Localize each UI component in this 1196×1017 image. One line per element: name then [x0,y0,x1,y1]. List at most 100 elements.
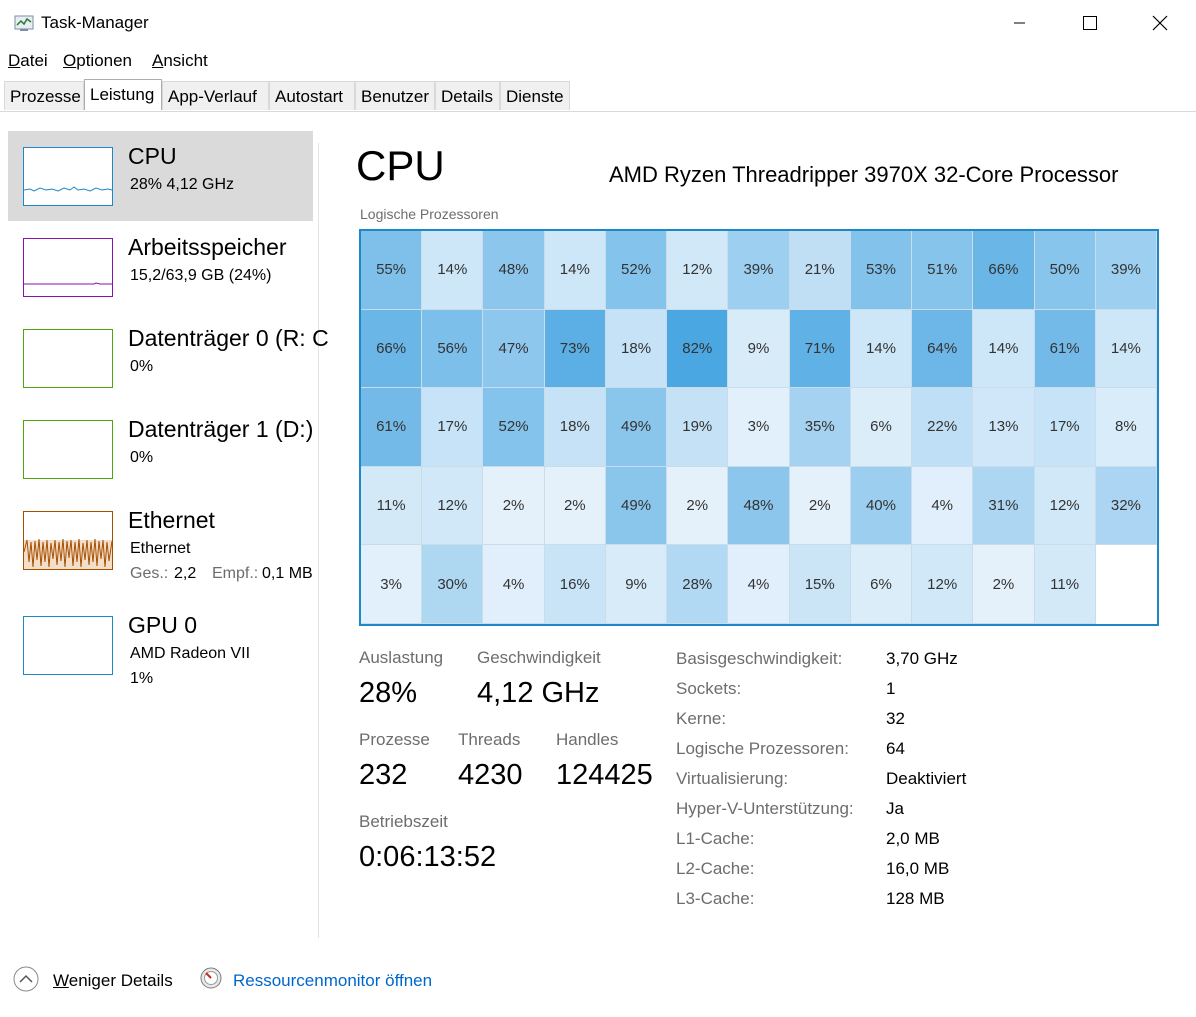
tab-benutzer[interactable]: Benutzer [355,81,435,110]
logical-processor-cell: 3% [361,545,423,624]
logical-processor-cell: 19% [667,388,729,467]
cpu-mini-graph [23,147,113,206]
tab-prozesse[interactable]: Prozesse [4,81,84,110]
logical-processor-cell: 6% [850,388,913,467]
info-label: L3-Cache: [676,889,755,908]
sidebar-item-arbeitsspeicher[interactable]: Arbeitsspeicher 15,2/63,9 GB (24%) [8,222,313,312]
ethernet-receive-label: Empf.: [212,565,259,582]
logical-processor-cell: 12% [667,231,729,310]
info-label: Virtualisierung: [676,769,789,788]
logical-processor-cell: 16% [544,545,606,624]
stat-label-auslastung: Auslastung [359,648,444,667]
logical-processor-cell: 55% [361,231,423,310]
ethernet-send-value: 2,2 [174,565,197,582]
logical-processor-cell: 66% [361,309,423,389]
sidebar-item-subtitle: 15,2/63,9 GB (24%) [130,267,272,284]
resource-monitor-icon[interactable] [200,967,222,989]
logical-processor-cell: 12% [912,545,974,624]
sidebar-item-title: Ethernet [128,507,215,533]
logical-processor-cell: 61% [1034,309,1096,389]
logical-processor-cell: 17% [1034,388,1096,467]
sidebar-item-title: Datenträger 0 (R: C [128,325,329,351]
logical-processor-cell: 14% [973,309,1035,389]
sidebar-item-cpu[interactable]: CPU 28% 4,12 GHz [8,131,313,221]
logical-processor-cell: 4% [912,466,974,546]
logical-processor-cell: 2% [667,466,729,546]
logical-processor-cell: 71% [789,309,851,389]
sidebar-item-title: Arbeitsspeicher [128,234,287,260]
logical-processor-cell: 13% [973,388,1035,467]
info-label: Basisgeschwindigkeit: [676,649,843,668]
chevron-up-icon[interactable] [13,966,39,992]
info-value: 2,0 MB [886,829,940,848]
logical-processor-cell: 9% [605,545,668,624]
tab-dienste[interactable]: Dienste [500,81,570,110]
disk1-mini-graph [23,420,113,479]
sidebar-item-title: CPU [128,143,177,169]
logical-processor-cell: 61% [361,388,423,467]
tab-app-verlauf[interactable]: App-Verlauf [162,81,269,110]
logical-processor-cell: 47% [483,309,545,389]
info-value: 64 [886,739,905,758]
logical-processor-cell: 12% [1034,466,1096,546]
logical-processor-cell: 8% [1095,388,1157,467]
info-label: Sockets: [676,679,742,698]
close-icon [1152,15,1168,31]
ethernet-send-label: Ges.: [130,565,169,582]
maximize-button[interactable] [1055,0,1125,46]
sidebar-item-subtitle: 28% 4,12 GHz [130,176,235,193]
stat-value-prozesse: 232 [359,759,408,791]
menu-optionen[interactable]: Optionen [63,51,132,71]
logical-processor-cell: 82% [667,309,729,389]
sidebar-item-datentraeger-1[interactable]: Datenträger 1 (D:) 0% [8,404,313,494]
info-label: Hyper-V-Unterstützung: [676,799,854,818]
info-value: Ja [886,799,904,818]
task-manager-app-icon [14,13,34,33]
logical-processor-cell: 40% [850,466,913,546]
tab-leistung[interactable]: Leistung [84,79,162,110]
logical-processor-cell: 32% [1095,466,1157,546]
sidebar-item-gpu-0[interactable]: GPU 0 AMD Radeon VII 1% [8,600,313,690]
logical-processor-cell: 9% [728,309,790,389]
sidebar-item-datentraeger-0[interactable]: Datenträger 0 (R: C 0% [8,313,329,403]
ethernet-receive-value: 0,1 MB [262,565,313,582]
logical-processor-cell: 64% [912,309,974,389]
logical-processor-cell: 2% [544,466,606,546]
less-details-button[interactable]: Weniger Details [53,971,173,991]
logical-processor-cell: 14% [850,309,913,389]
logical-processor-cell: 66% [973,231,1035,310]
logical-processor-cell: 28% [667,545,729,624]
info-value: 128 MB [886,889,945,908]
footer-bar [0,940,1196,1017]
close-button[interactable] [1125,0,1195,46]
stat-value-handles: 124425 [556,759,653,791]
stat-label-betriebszeit: Betriebszeit [359,812,448,831]
maximize-icon [1083,16,1097,30]
gpu-mini-graph [23,616,113,675]
tab-autostart[interactable]: Autostart [269,81,355,110]
logical-processor-cell: 17% [422,388,484,467]
logical-processor-cell: 2% [973,545,1035,624]
menu-datei[interactable]: Datei [8,51,48,71]
page-title: CPU [356,142,445,189]
minimize-icon [1014,22,1025,24]
logical-processor-cell: 18% [605,309,668,389]
logical-processor-cell: 14% [422,231,484,310]
sidebar-item-ethernet[interactable]: Ethernet Ethernet Ges.: 2,2 Empf.: 0,1 M… [8,495,313,585]
logical-processor-cell: 56% [422,309,484,389]
open-resource-monitor-link[interactable]: Ressourcenmonitor öffnen [233,971,432,991]
stat-label-prozesse: Prozesse [359,730,430,749]
logical-processor-cell: 12% [422,466,484,546]
logical-processor-cell: 51% [912,231,974,310]
tab-details[interactable]: Details [435,81,500,110]
menu-ansicht[interactable]: Ansicht [152,51,208,71]
minimize-button[interactable] [985,0,1055,46]
logical-processor-cell: 14% [544,231,606,310]
sidebar-item-subtitle: Ethernet [130,540,191,557]
info-label: L2-Cache: [676,859,755,878]
ethernet-mini-graph [23,511,113,570]
sidebar-divider [318,143,319,938]
logical-processor-cell: 49% [605,388,668,467]
info-value: 1 [886,679,896,698]
logical-processor-cell: 3% [728,388,790,467]
